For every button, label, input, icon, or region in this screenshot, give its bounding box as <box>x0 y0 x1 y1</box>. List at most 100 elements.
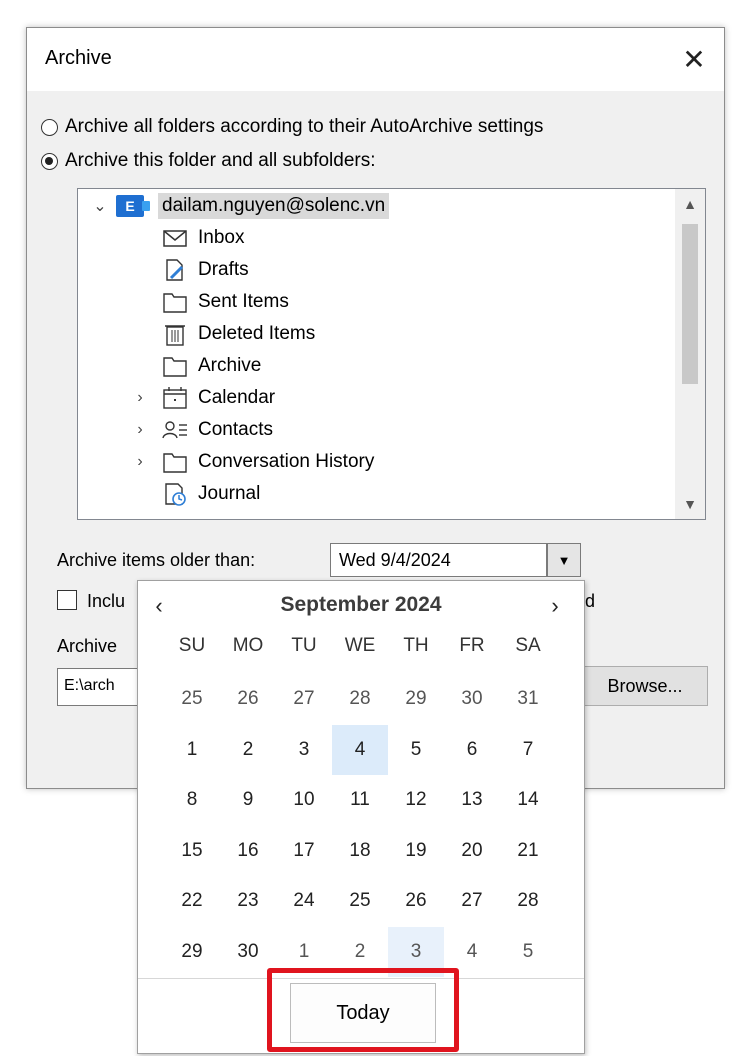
chevron-right-icon[interactable]: › <box>130 421 150 439</box>
tree-item-label: Archive <box>198 355 262 376</box>
calendar-day[interactable]: 13 <box>444 775 500 826</box>
calendar-day[interactable]: 26 <box>388 876 444 927</box>
calendar-day[interactable]: 27 <box>276 674 332 725</box>
scroll-up-icon[interactable]: ▲ <box>675 189 705 219</box>
archive-all-radio[interactable]: Archive all folders according to their A… <box>41 116 543 138</box>
tree-item-sent-items[interactable]: Sent Items <box>130 286 289 318</box>
archive-this-radio[interactable]: Archive this folder and all subfolders: <box>41 150 376 172</box>
selected-day[interactable]: 4 <box>332 724 388 775</box>
calendar-day[interactable]: 29 <box>164 927 220 978</box>
calendar-day[interactable]: 24 <box>276 876 332 927</box>
tree-item-drafts[interactable]: Drafts <box>130 254 249 286</box>
chevron-right-icon[interactable]: › <box>130 389 150 407</box>
month-label[interactable]: September 2024 <box>138 593 584 617</box>
exchange-account-icon: E <box>116 195 150 217</box>
tree-item-label: Contacts <box>198 419 273 440</box>
tree-item-label: Journal <box>198 483 261 504</box>
contacts-icon <box>162 418 188 442</box>
calendar-day[interactable]: 14 <box>500 775 556 826</box>
calendar-day[interactable]: 10 <box>276 775 332 826</box>
today-button[interactable]: Today <box>290 983 436 1043</box>
weekday-label: MO <box>232 635 264 656</box>
calendar-day[interactable]: 11 <box>332 775 388 826</box>
calendar-day[interactable]: 5 <box>500 927 556 978</box>
calendar-day[interactable]: 29 <box>388 674 444 725</box>
trash-icon <box>162 322 188 346</box>
next-month-icon[interactable]: › <box>540 591 570 621</box>
calendar-day[interactable]: 30 <box>444 674 500 725</box>
calendar-day[interactable]: 26 <box>220 674 276 725</box>
calendar-day[interactable]: 28 <box>500 876 556 927</box>
tree-item-label: Calendar <box>198 387 276 408</box>
calendar-day[interactable]: 9 <box>220 775 276 826</box>
calendar-day[interactable]: 2 <box>332 927 388 978</box>
envelope-icon <box>162 226 188 250</box>
calendar-day[interactable]: 28 <box>332 674 388 725</box>
tree-item-calendar[interactable]: › Calendar <box>130 382 275 414</box>
folder-icon <box>162 354 188 378</box>
include-checkbox[interactable] <box>57 590 77 610</box>
tree-item-deleted-items[interactable]: Deleted Items <box>130 318 315 350</box>
today-day[interactable]: 3 <box>388 926 444 977</box>
calendar-day[interactable]: 15 <box>164 826 220 877</box>
calendar-day[interactable]: 5 <box>388 725 444 776</box>
date-dropdown-button[interactable]: ▼ <box>547 543 581 577</box>
tree-item-journal[interactable]: Journal <box>130 478 260 510</box>
weekday-header: SU MO TU WE TH FR SA <box>164 635 556 657</box>
tree-item-label: Deleted Items <box>198 323 316 344</box>
tree-item-contacts[interactable]: › Contacts <box>130 414 273 446</box>
day-grid: 25 26 27 28 29 30 31 1 2 3 4 5 6 7 8 9 10 11 12 13 14 15 16 17 1… <box>164 674 556 977</box>
close-button[interactable]: ✕ <box>664 28 724 91</box>
scroll-thumb[interactable] <box>682 224 698 384</box>
weekday-label: FR <box>459 635 485 656</box>
calendar-day[interactable]: 16 <box>220 826 276 877</box>
calendar-day[interactable]: 19 <box>388 826 444 877</box>
calendar-day[interactable]: 12 <box>388 775 444 826</box>
tree-item-inbox[interactable]: Inbox <box>130 222 244 254</box>
drafts-icon <box>162 258 188 282</box>
calendar-day[interactable]: 17 <box>276 826 332 877</box>
chevron-right-icon[interactable]: › <box>130 453 150 471</box>
calendar-day[interactable]: 3 <box>276 725 332 776</box>
archive-this-label: Archive this folder and all subfolders: <box>65 150 376 171</box>
calendar-day[interactable]: 7 <box>500 725 556 776</box>
chevron-down-icon[interactable]: ⌄ <box>90 196 110 216</box>
tree-item-archive[interactable]: Archive <box>130 350 261 382</box>
calendar-day[interactable]: 18 <box>332 826 388 877</box>
tree-root-account[interactable]: ⌄ E dailam.nguyen@solenc.vn <box>90 190 390 222</box>
calendar-day[interactable]: 6 <box>444 725 500 776</box>
calendar-day[interactable]: 2 <box>220 725 276 776</box>
calendar-day[interactable]: 30 <box>220 927 276 978</box>
tree-item-label: Drafts <box>198 259 249 280</box>
folder-tree[interactable]: ⌄ E dailam.nguyen@solenc.vn Inbox Drafts S… <box>77 188 706 520</box>
calendar-day[interactable]: 25 <box>332 876 388 927</box>
calendar-day[interactable]: 4 <box>444 927 500 978</box>
browse-button[interactable]: Browse... <box>582 666 708 706</box>
calendar-day[interactable]: 20 <box>444 826 500 877</box>
weekday-label: TH <box>403 635 429 656</box>
archive-file-label: Archive <box>57 636 118 656</box>
calendar-day[interactable]: 27 <box>444 876 500 927</box>
scroll-down-icon[interactable]: ▼ <box>675 489 705 519</box>
calendar-day[interactable]: 8 <box>164 775 220 826</box>
calendar-day[interactable]: 1 <box>164 725 220 776</box>
tree-item-conversation-history[interactable]: › Conversation History <box>130 446 374 478</box>
account-label: dailam.nguyen@solenc.vn <box>158 193 390 219</box>
tree-item-label: Sent Items <box>198 291 289 312</box>
calendar-day[interactable]: 31 <box>500 674 556 725</box>
weekday-label: TU <box>291 635 317 656</box>
calendar-day[interactable]: 25 <box>164 674 220 725</box>
older-than-date-field[interactable]: Wed 9/4/2024 <box>330 543 547 577</box>
tree-scrollbar[interactable]: ▲ ▼ <box>675 189 705 519</box>
radio-circle-checked[interactable] <box>41 152 58 170</box>
calendar-day[interactable]: 21 <box>500 826 556 877</box>
chevron-down-icon: ▼ <box>557 552 571 568</box>
dialog-title: Archive <box>45 47 112 69</box>
weekday-label: SU <box>178 635 206 656</box>
calendar-day[interactable]: 22 <box>164 876 220 927</box>
title-bar: Archive ✕ <box>27 28 724 91</box>
radio-circle[interactable] <box>41 118 58 136</box>
calendar-divider <box>138 978 584 979</box>
calendar-day[interactable]: 1 <box>276 927 332 978</box>
calendar-day[interactable]: 23 <box>220 876 276 927</box>
